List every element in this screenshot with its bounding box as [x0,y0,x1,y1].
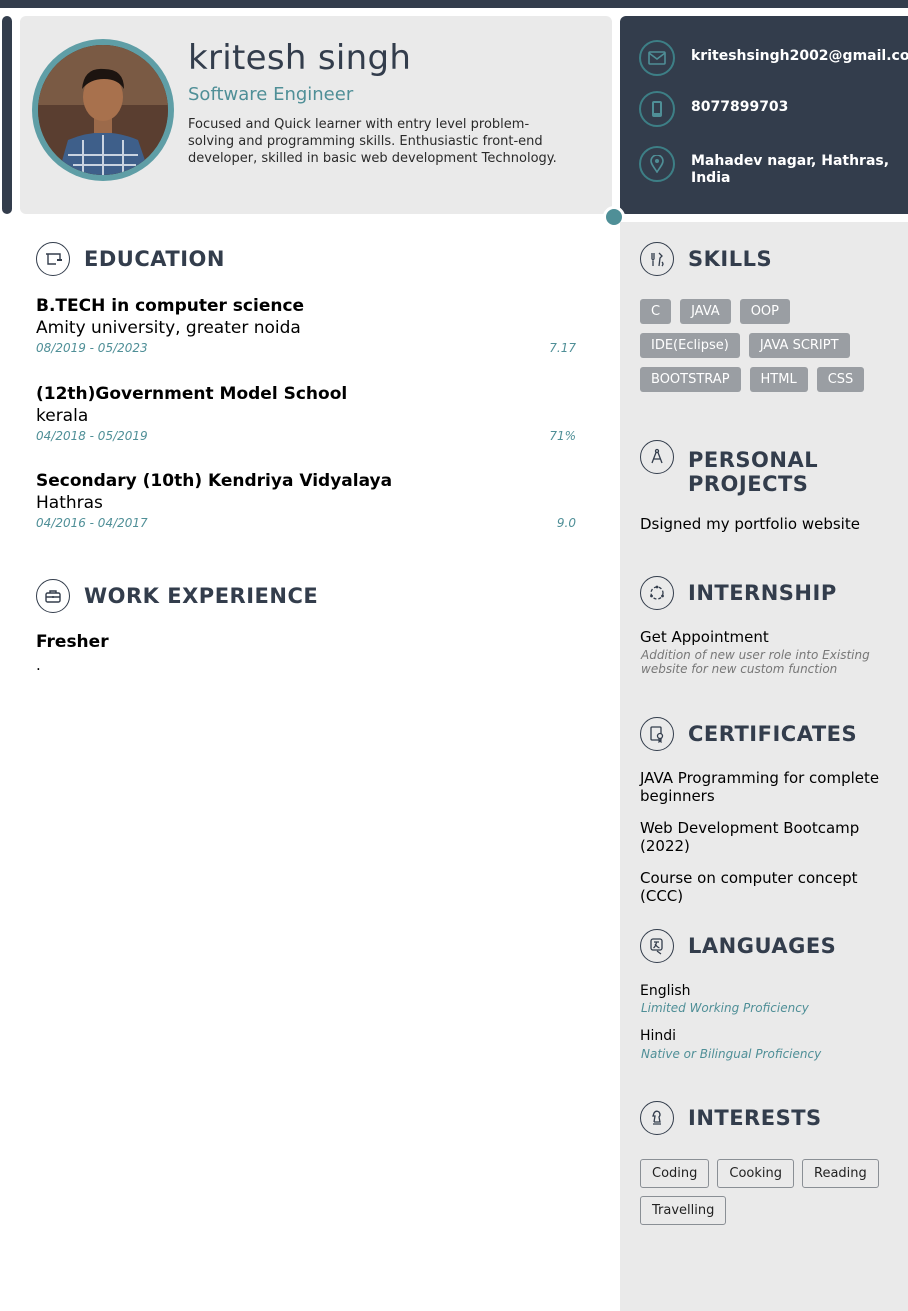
interests-list: Coding Cooking Reading Travelling [640,1159,890,1225]
work-heading: WORK EXPERIENCE [36,579,318,613]
work-position: Fresher [36,632,109,652]
briefcase-icon [36,579,70,613]
interest-tag: Cooking [717,1159,795,1188]
skill-tag: IDE(Eclipse) [640,333,740,358]
translate-icon [640,929,674,963]
internship-desc: Addition of new user role into Existing … [641,648,870,676]
education-item: (12th)Government Model School kerala 04/… [36,383,576,443]
education-institution: Hathras [36,493,103,513]
internship-title: INTERNSHIP [688,581,837,605]
projects-heading: PERSONAL PROJECTS [640,440,838,496]
tools-icon [640,242,674,276]
people-circle-icon [640,576,674,610]
certificate-item: JAVA Programming for complete beginners [640,769,880,805]
education-item: B.TECH in computer science Amity univers… [36,295,576,355]
candidate-name: kritesh singh [188,38,412,78]
work-title: WORK EXPERIENCE [84,584,319,608]
education-item: Secondary (10th) Kendriya Vidyalaya Hath… [36,470,576,530]
language-name: English [640,983,691,999]
profile-header: kritesh singh Software Engineer Focused … [20,16,612,214]
contact-panel: kriteshsingh2002@gmail.com 8077899703 Ma… [620,16,908,214]
skill-tag: OOP [739,299,791,324]
languages-title: LANGUAGES [688,934,837,958]
education-score: 9.0 [556,516,576,530]
avatar-photo [38,45,168,175]
education-degree: B.TECH in computer science [36,296,305,316]
education-institution: kerala [36,406,89,426]
language-level: Limited Working Proficiency [641,1001,809,1015]
skills-heading: SKILLS [640,242,772,276]
certificate-icon [640,717,674,751]
phone-text[interactable]: 8077899703 [691,99,901,116]
certificates-title: CERTIFICATES [688,722,858,746]
education-meta: 04/2016 - 04/2017 9.0 [36,516,576,530]
internship-heading: INTERNSHIP [640,576,837,610]
languages-heading: LANGUAGES [640,929,836,963]
interests-title: INTERESTS [688,1106,822,1130]
interest-tag: Coding [640,1159,710,1188]
education-meta: 04/2018 - 05/2019 71% [36,429,576,443]
education-score: 71% [549,429,576,443]
skill-tag: JAVA [680,299,731,324]
skills-title: SKILLS [688,247,773,271]
contact-phone[interactable]: 8077899703 [639,91,788,127]
profile-summary: Focused and Quick learner with entry lev… [188,117,557,166]
location-pin-icon [639,146,675,182]
avatar [38,45,168,175]
internship-name: Get Appointment [640,628,769,646]
education-institution: Amity university, greater noida [36,318,301,338]
education-heading: EDUCATION [36,242,225,276]
education-dates: 08/2019 - 05/2023 [36,341,148,355]
skills-list: C JAVA OOP IDE(Eclipse) JAVA SCRIPT BOOT… [640,299,880,392]
language-name: Hindi [640,1028,677,1044]
skill-tag: HTML [749,367,808,392]
education-dates: 04/2016 - 04/2017 [36,516,148,530]
education-degree: Secondary (10th) Kendriya Vidyalaya [36,471,393,491]
graduation-cap-icon [36,242,70,276]
envelope-icon [639,40,675,76]
interests-heading: INTERESTS [640,1101,822,1135]
skill-tag: BOOTSTRAP [640,367,741,392]
job-title: Software Engineer [188,84,354,105]
interest-tag: Reading [802,1159,879,1188]
education-score: 7.17 [549,341,576,355]
contact-address: Mahadev nagar, Hathras, India [639,146,889,186]
skill-tag: JAVA SCRIPT [748,333,850,358]
education-title: EDUCATION [84,247,225,271]
skill-tag: CSS [816,367,865,392]
chess-knight-icon [640,1101,674,1135]
projects-title: PERSONAL PROJECTS [688,448,819,496]
phone-icon [639,91,675,127]
certificate-item: Web Development Bootcamp (2022) [640,819,860,855]
email-text[interactable]: kriteshsingh2002@gmail.com [691,48,908,65]
contact-email[interactable]: kriteshsingh2002@gmail.com [639,40,908,76]
education-meta: 08/2019 - 05/2023 7.17 [36,341,576,355]
certificates-heading: CERTIFICATES [640,717,857,751]
language-level: Native or Bilingual Proficiency [641,1047,822,1061]
top-bar [0,0,908,8]
left-accent-bar [2,16,12,214]
interest-tag: Travelling [640,1196,727,1225]
certificate-item: Course on computer concept (CCC) [640,869,858,905]
compass-icon [640,440,674,474]
work-detail: . [36,656,41,674]
education-dates: 04/2018 - 05/2019 [36,429,148,443]
avatar-ring [32,39,174,181]
education-degree: (12th)Government Model School [36,384,348,404]
address-text: Mahadev nagar, Hathras, India [691,153,890,186]
skill-tag: C [640,299,672,324]
project-item: Dsigned my portfolio website [640,515,860,533]
